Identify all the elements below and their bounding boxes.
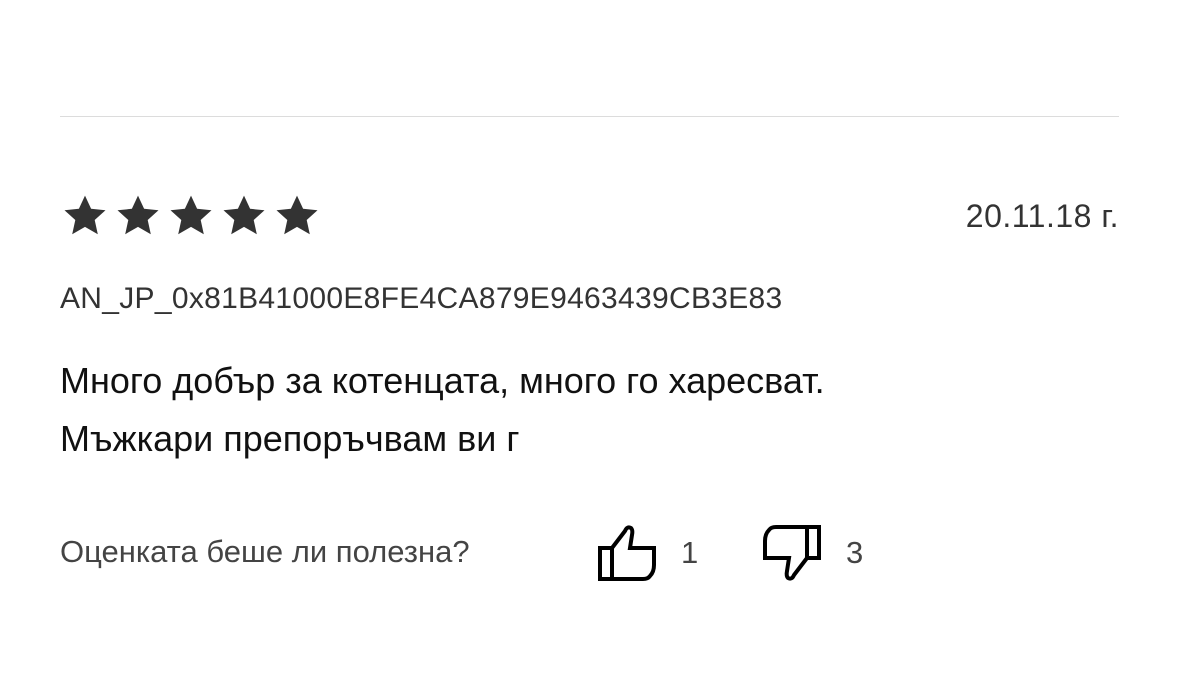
- like-count: 1: [681, 535, 699, 570]
- thumbs-up-icon: [598, 525, 656, 581]
- star-icon: [219, 192, 269, 240]
- review-text-line: Мъжкари препоръчвам ви г: [60, 418, 520, 459]
- helpful-section: Оценката беше ли полезна? 1 3: [60, 518, 1060, 588]
- like-button[interactable]: 1: [595, 518, 698, 588]
- review-author: AN_JP_0x81B41000E8FE4CA879E9463439CB3E83: [60, 282, 783, 315]
- helpful-question: Оценката беше ли полезна?: [60, 534, 470, 569]
- thumbs-down-icon: [763, 525, 821, 581]
- dislike-count: 3: [846, 535, 864, 570]
- star-icon: [113, 192, 163, 240]
- star-icon: [60, 192, 110, 240]
- review-date: 20.11.18 г.: [965, 198, 1119, 234]
- star-rating: [60, 192, 325, 240]
- review-body: Много добър за котенцата, много го харес…: [60, 352, 1119, 468]
- review-header: 20.11.18 г.: [60, 192, 1119, 240]
- review-text-line: Много добър за котенцата, много го харес…: [60, 360, 825, 401]
- star-icon: [272, 192, 322, 240]
- dislike-button[interactable]: 3: [760, 518, 863, 588]
- top-divider: [60, 116, 1119, 117]
- star-icon: [166, 192, 216, 240]
